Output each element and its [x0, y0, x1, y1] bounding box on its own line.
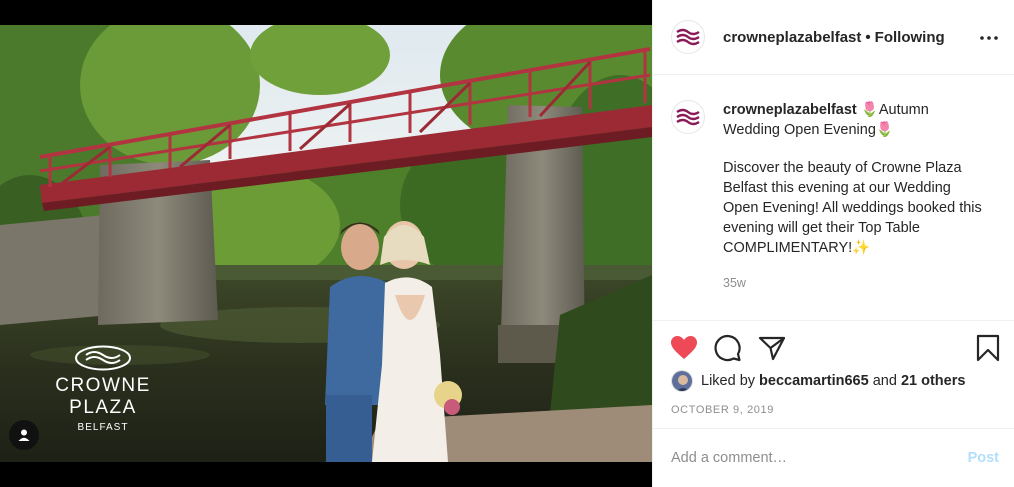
brand-city: BELFAST: [77, 422, 129, 433]
caption-body: crowneplazabelfast 🌷Autumn Wedding Open …: [723, 100, 988, 320]
comment-input[interactable]: [671, 450, 968, 466]
heart-filled-icon: [671, 336, 697, 359]
post-detail-panel: crowneplazabelfast • Following crownepla…: [652, 0, 1014, 487]
share-button[interactable]: [757, 333, 787, 363]
post-media: CROWNE PLAZA BELFAST: [0, 0, 652, 487]
caption-text: crowneplazabelfast 🌷Autumn Wedding Open …: [723, 100, 988, 258]
liker-avatar[interactable]: [671, 370, 693, 392]
crowne-plaza-logo: CROWNE PLAZA BELFAST: [18, 345, 188, 433]
caption-line-2: Discover the beauty of Crowne Plaza Belf…: [723, 160, 982, 256]
crowne-plaza-wave-logo-icon: [676, 108, 700, 126]
header-user-line: crowneplazabelfast • Following: [723, 29, 945, 46]
action-icons-row: [669, 333, 1003, 363]
likes-summary: Liked by beccamartin665 and 21 others: [671, 369, 965, 393]
following-button[interactable]: Following: [875, 29, 945, 46]
comment-form: Post: [653, 428, 1014, 487]
brand-name: CROWNE PLAZA: [55, 375, 151, 418]
user-tag-icon: [18, 429, 30, 441]
liked-by-connector: and: [872, 373, 897, 389]
crowne-plaza-wave-logo-icon: [676, 28, 700, 46]
comment-button[interactable]: [713, 333, 743, 363]
post-comment-button[interactable]: Post: [968, 450, 999, 466]
more-horizontal-icon: [980, 36, 998, 40]
account-username-link[interactable]: crowneplazabelfast: [723, 29, 861, 46]
save-button[interactable]: [973, 333, 1003, 363]
separator-dot: •: [865, 28, 871, 46]
account-avatar[interactable]: [671, 20, 705, 54]
caption-timestamp[interactable]: 35w: [723, 273, 988, 293]
caption-username-link[interactable]: crowneplazabelfast: [723, 102, 857, 118]
liker-username-link[interactable]: beccamartin665: [759, 373, 869, 389]
crowne-plaza-emblem-icon: [75, 345, 131, 371]
post-actions: Liked by beccamartin665 and 21 others OC…: [653, 320, 1014, 427]
more-options-button[interactable]: [977, 26, 1001, 50]
post-caption: crowneplazabelfast 🌷Autumn Wedding Open …: [653, 76, 1014, 320]
caption-avatar[interactable]: [671, 100, 705, 134]
others-count-link[interactable]: 21 others: [901, 373, 965, 389]
post-date[interactable]: OCTOBER 9, 2019: [671, 404, 774, 416]
tagged-users-button[interactable]: [9, 420, 39, 450]
liked-by-prefix: Liked by: [701, 373, 756, 389]
comment-bubble-icon: [714, 334, 741, 362]
user-photo-icon: [672, 371, 692, 391]
bookmark-icon: [976, 334, 1000, 362]
like-button[interactable]: [669, 333, 699, 363]
send-paper-plane-icon: [758, 336, 786, 361]
post-header: crowneplazabelfast • Following: [653, 0, 1014, 75]
